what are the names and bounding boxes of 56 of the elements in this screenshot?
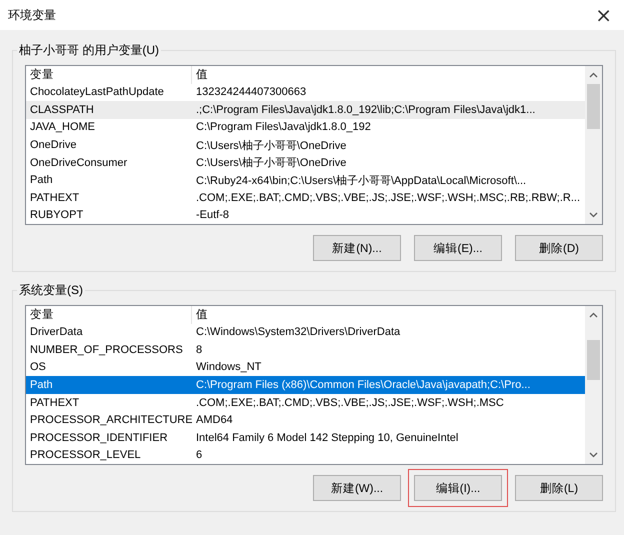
group-label: 柚子小哥哥 的用户变量(U) [17, 42, 161, 59]
dialog-button[interactable]: 编辑(E)... [414, 235, 502, 261]
column-header[interactable]: 值 [192, 66, 585, 84]
variable-value-cell[interactable]: Windows_NT [192, 358, 585, 376]
variable-value-cell[interactable]: .;C:\Program Files\Java\jdk1.8.0_192\lib;C:\Program Files\Java\jdk1... [192, 101, 585, 119]
column-header[interactable]: 变量 [26, 306, 192, 324]
window-title: 环境变量 [8, 6, 56, 24]
variable-name-cell[interactable]: Path [26, 171, 192, 189]
scroll-down-icon[interactable] [589, 212, 598, 218]
variable-list[interactable] [25, 305, 603, 465]
variable-name-cell[interactable]: JAVA_HOME [26, 118, 192, 136]
variable-value-cell[interactable]: AMD64 [192, 411, 585, 429]
column-header[interactable]: 变量 [26, 66, 192, 84]
variable-value-cell[interactable]: C:\Program Files\Java\jdk1.8.0_192 [192, 118, 585, 136]
variable-name-cell[interactable]: PROCESSOR_IDENTIFIER [26, 428, 192, 446]
scrollbar[interactable] [585, 306, 602, 464]
variable-value-cell[interactable]: Intel64 Family 6 Model 142 Stepping 10, GenuineIntel [192, 428, 585, 446]
variable-name-cell[interactable]: PROCESSOR_LEVEL [26, 446, 192, 464]
scroll-up-icon[interactable] [589, 312, 598, 318]
variable-value-cell[interactable]: C:\Ruby24-x64\bin;C:\Users\柚子小哥哥\AppData\Local\Microsoft\... [192, 171, 585, 189]
variable-value-cell[interactable]: C:\Windows\System32\Drivers\DriverData [192, 324, 585, 342]
variable-value-cell[interactable]: 8 [192, 341, 585, 359]
scroll-thumb[interactable] [587, 84, 600, 129]
variable-value-cell[interactable]: C:\Users\柚子小哥哥\OneDrive [192, 136, 585, 154]
scroll-down-icon[interactable] [589, 452, 598, 458]
variable-value-cell[interactable]: -Eutf-8 [192, 206, 585, 224]
dialog-button[interactable]: 新建(N)... [313, 235, 401, 261]
dialog-button[interactable]: 删除(D) [515, 235, 603, 261]
variable-value-cell[interactable]: C:\Users\柚子小哥哥\OneDrive [192, 154, 585, 172]
close-button[interactable]: × [591, 3, 616, 27]
dialog-button[interactable]: 删除(L) [515, 475, 603, 501]
variable-name-cell[interactable]: RUBYOPT [26, 206, 192, 224]
variable-list[interactable] [25, 65, 603, 225]
dialog-button[interactable]: 新建(W)... [313, 475, 401, 501]
variable-value-cell[interactable]: .COM;.EXE;.BAT;.CMD;.VBS;.VBE;.JS;.JSE;.WSF;.WSH;.MSC [192, 394, 585, 412]
variable-value-cell[interactable]: C:\Program Files (x86)\Common Files\Oracle\Java\javapath;C:\Pro... [192, 376, 585, 394]
dialog-button[interactable]: 编辑(I)... [414, 475, 502, 501]
variable-name-cell[interactable]: OS [26, 358, 192, 376]
variable-name-cell[interactable]: CLASSPATH [26, 101, 192, 119]
scroll-up-icon[interactable] [589, 72, 598, 78]
variable-name-cell[interactable]: PATHEXT [26, 188, 192, 206]
scrollbar[interactable] [585, 66, 602, 224]
scroll-thumb[interactable] [587, 340, 600, 380]
variable-name-cell[interactable]: ChocolateyLastPathUpdate [26, 84, 192, 102]
variable-name-cell[interactable]: Path [26, 376, 192, 394]
variable-name-cell[interactable]: OneDriveConsumer [26, 154, 192, 172]
variable-name-cell[interactable]: OneDrive [26, 136, 192, 154]
column-header[interactable]: 值 [192, 306, 585, 324]
variable-value-cell[interactable]: 132324244407300663 [192, 84, 585, 102]
variable-name-cell[interactable]: PROCESSOR_ARCHITECTURE [26, 411, 192, 429]
variable-value-cell[interactable]: 6 [192, 446, 585, 464]
variable-name-cell[interactable]: PATHEXT [26, 394, 192, 412]
variable-value-cell[interactable]: .COM;.EXE;.BAT;.CMD;.VBS;.VBE;.JS;.JSE;.WSF;.WSH;.MSC;.RB;.RBW;.R... [192, 188, 585, 206]
group-label: 系统变量(S) [17, 282, 85, 299]
variable-name-cell[interactable]: DriverData [26, 324, 192, 342]
variable-name-cell[interactable]: NUMBER_OF_PROCESSORS [26, 341, 192, 359]
